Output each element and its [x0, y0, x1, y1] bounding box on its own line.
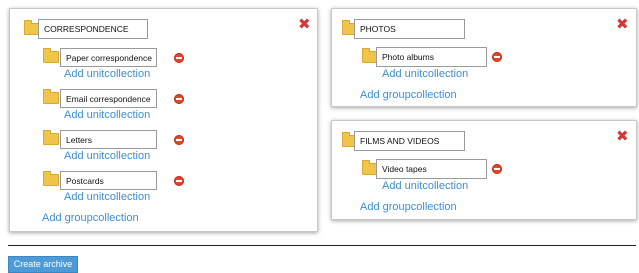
divider: [8, 245, 636, 246]
minus-circle-icon[interactable]: [174, 135, 184, 145]
group-name-field[interactable]: CORRESPONDENCE: [38, 19, 148, 39]
unit-name-field[interactable]: Letters: [60, 130, 157, 149]
add-unitcollection-link[interactable]: Add unitcollection: [382, 180, 468, 193]
folder-icon: [43, 48, 59, 63]
unit-name-field[interactable]: Email correspondence: [60, 89, 157, 108]
add-unitcollection-link[interactable]: Add unitcollection: [64, 150, 150, 163]
minus-circle-icon[interactable]: [174, 94, 184, 104]
unit-name-field[interactable]: Photo albums: [376, 47, 487, 67]
add-groupcollection-link[interactable]: Add groupcollection: [42, 212, 139, 225]
create-archive-button[interactable]: Create archive: [8, 256, 78, 273]
unit-name-field[interactable]: Video tapes: [376, 159, 487, 179]
add-unitcollection-link[interactable]: Add unitcollection: [382, 68, 468, 81]
minus-circle-icon[interactable]: [174, 176, 184, 186]
folder-icon: [43, 171, 59, 186]
add-unitcollection-link[interactable]: Add unitcollection: [64, 68, 150, 81]
minus-circle-icon[interactable]: [492, 52, 502, 62]
group-panel-correspondence: CORRESPONDENCE ✖ Paper correspondence Ad…: [9, 8, 318, 232]
close-x-icon[interactable]: ✖: [616, 129, 629, 144]
group-panel-photos: PHOTOS ✖ Photo albums Add unitcollection…: [331, 8, 637, 107]
group-name-field[interactable]: PHOTOS: [354, 19, 465, 39]
minus-circle-icon[interactable]: [174, 53, 184, 63]
folder-icon: [43, 130, 59, 145]
folder-icon: [43, 89, 59, 104]
add-unitcollection-link[interactable]: Add unitcollection: [64, 109, 150, 122]
unit-name-field[interactable]: Paper correspondence: [60, 48, 157, 67]
unit-name-field[interactable]: Postcards: [60, 171, 157, 190]
group-panel-films-and-videos: FILMS AND VIDEOS ✖ Video tapes Add unitc…: [331, 120, 637, 220]
minus-circle-icon[interactable]: [492, 164, 502, 174]
add-groupcollection-link[interactable]: Add groupcollection: [360, 201, 457, 214]
close-x-icon[interactable]: ✖: [616, 17, 629, 32]
add-groupcollection-link[interactable]: Add groupcollection: [360, 89, 457, 102]
group-name-field[interactable]: FILMS AND VIDEOS: [354, 131, 465, 151]
close-x-icon[interactable]: ✖: [298, 17, 311, 32]
add-unitcollection-link[interactable]: Add unitcollection: [64, 191, 150, 204]
